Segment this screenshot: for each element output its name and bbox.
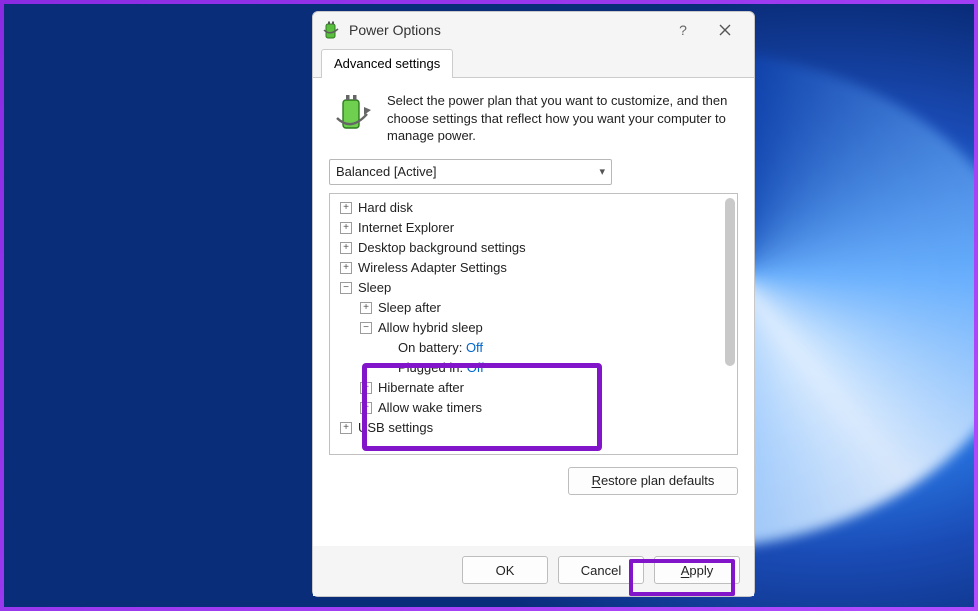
help-button[interactable]: ? xyxy=(662,16,704,44)
power-plan-select[interactable]: Balanced [Active] ▾ xyxy=(329,159,612,185)
tree-value-on-battery[interactable]: On battery: Off xyxy=(334,338,737,358)
apply-button[interactable]: Apply xyxy=(654,556,740,584)
tree-item-usb-settings[interactable]: +USB settings xyxy=(334,418,737,438)
window-title: Power Options xyxy=(349,22,441,38)
close-button[interactable] xyxy=(704,16,746,44)
scrollbar-thumb[interactable] xyxy=(725,198,735,366)
power-options-dialog: Power Options ? Advanced settings Select… xyxy=(312,11,755,597)
settings-tree[interactable]: +Hard disk +Internet Explorer +Desktop b… xyxy=(329,193,738,455)
tab-content: Select the power plan that you want to c… xyxy=(313,78,754,546)
ok-button[interactable]: OK xyxy=(462,556,548,584)
tree-item-wireless-adapter[interactable]: +Wireless Adapter Settings xyxy=(334,258,737,278)
power-options-icon xyxy=(321,20,341,40)
restore-plan-defaults-button[interactable]: Restore plan defaults xyxy=(568,467,738,495)
chevron-down-icon: ▾ xyxy=(599,165,605,178)
tree-item-internet-explorer[interactable]: +Internet Explorer xyxy=(334,218,737,238)
tree-item-sleep-after[interactable]: +Sleep after xyxy=(334,298,737,318)
tree-item-hibernate-after[interactable]: +Hibernate after xyxy=(334,378,737,398)
power-plan-icon xyxy=(329,92,375,138)
tree-value-plugged-in[interactable]: Plugged in: Off xyxy=(334,358,737,378)
tree-item-desktop-background[interactable]: +Desktop background settings xyxy=(334,238,737,258)
description-text: Select the power plan that you want to c… xyxy=(387,92,738,145)
power-plan-value: Balanced [Active] xyxy=(336,164,436,179)
tree-item-allow-hybrid-sleep[interactable]: −Allow hybrid sleep xyxy=(334,318,737,338)
tree-item-hard-disk[interactable]: +Hard disk xyxy=(334,198,737,218)
tree-item-sleep[interactable]: −Sleep xyxy=(334,278,737,298)
cancel-button[interactable]: Cancel xyxy=(558,556,644,584)
titlebar: Power Options ? xyxy=(313,12,754,48)
tab-advanced-settings[interactable]: Advanced settings xyxy=(321,49,453,78)
tree-item-allow-wake-timers[interactable]: +Allow wake timers xyxy=(334,398,737,418)
dialog-button-row: OK Cancel Apply xyxy=(313,546,754,596)
tab-row: Advanced settings xyxy=(313,48,754,78)
